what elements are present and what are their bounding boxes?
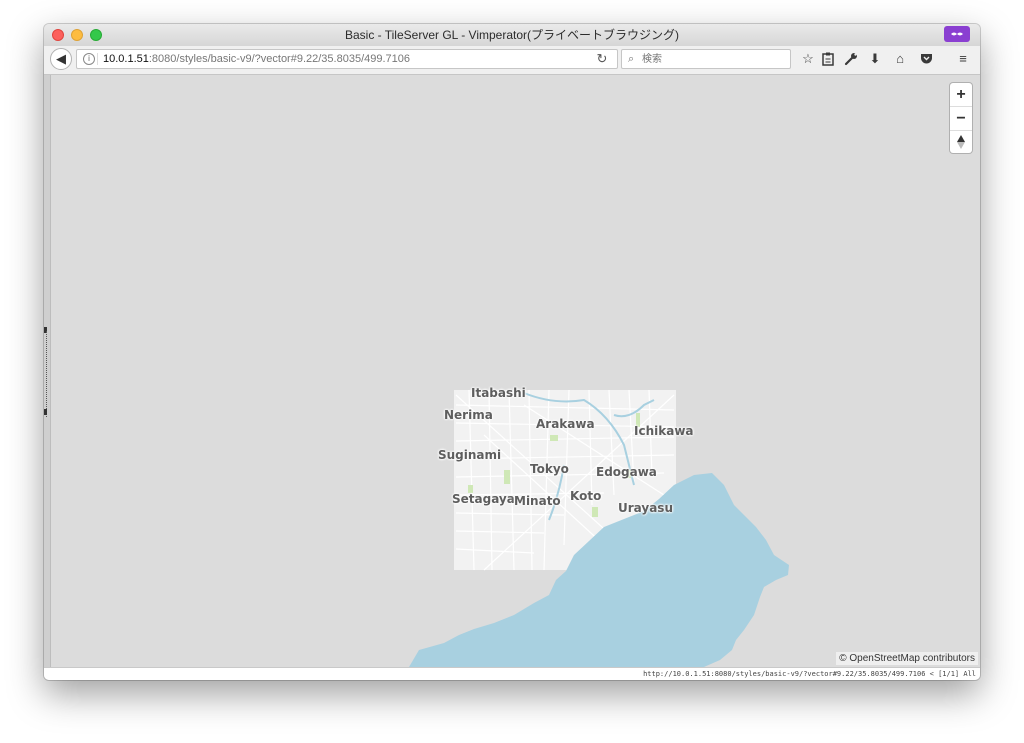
map-attribution[interactable]: © OpenStreetMap contributors — [836, 652, 978, 665]
back-button[interactable]: ◀ — [50, 48, 72, 70]
search-input[interactable] — [640, 51, 784, 68]
browser-window: Basic - TileServer GL - Vimperator(プライベー… — [44, 24, 980, 680]
zoom-out-button[interactable]: − — [950, 107, 972, 131]
reload-icon: ↻ — [596, 51, 608, 66]
map-label-tokyo: Tokyo — [530, 462, 569, 476]
status-bar: http://10.0.1.51:8080/styles/basic-v9/?v… — [44, 667, 980, 680]
map-label-setagaya: Setagaya — [452, 492, 515, 506]
scroll-dots — [46, 331, 47, 417]
map-label-nerima: Nerima — [444, 408, 493, 422]
map-canvas[interactable] — [44, 75, 980, 667]
map-label-edogawa: Edogawa — [596, 465, 657, 479]
map-label-itabashi: Itabashi — [471, 386, 526, 400]
pocket-button[interactable] — [916, 49, 936, 69]
minimize-window-button[interactable] — [71, 29, 83, 41]
map-label-koto: Koto — [570, 489, 602, 503]
reading-list-button[interactable] — [818, 49, 838, 69]
search-icon: ⌕ — [628, 53, 635, 65]
map-viewport[interactable]: Itabashi Nerima Arakawa Ichikawa Suginam… — [44, 75, 980, 667]
url-path: :8080/styles/basic-v9/?vector#9.22/35.80… — [148, 53, 411, 65]
url-bar[interactable]: i 10.0.1.51:8080/styles/basic-v9/?vector… — [76, 49, 618, 69]
private-browsing-icon — [944, 26, 970, 42]
close-window-button[interactable] — [52, 29, 64, 41]
url-host: 10.0.1.51 — [103, 53, 149, 65]
map-label-suginami: Suginami — [438, 448, 502, 462]
hamburger-menu-icon: ≡ — [959, 51, 967, 66]
compass-reset-button[interactable] — [950, 131, 972, 154]
url-text: 10.0.1.51:8080/styles/basic-v9/?vector#9… — [103, 50, 410, 68]
map-label-minato: Minato — [514, 494, 561, 508]
download-icon: ⬇ — [869, 51, 881, 66]
window-title: Basic - TileServer GL - Vimperator(プライベー… — [344, 28, 680, 42]
map-zoom-controls: + − — [950, 83, 972, 153]
status-text: http://10.0.1.51:8080/styles/basic-v9/?v… — [643, 670, 976, 678]
reload-button[interactable]: ↻ — [592, 49, 612, 69]
title-bar: Basic - TileServer GL - Vimperator(プライベー… — [44, 24, 980, 46]
star-icon: ☆ — [802, 51, 814, 66]
back-arrow-icon: ◀ — [56, 51, 66, 66]
downloads-button[interactable]: ⬇ — [865, 49, 885, 69]
map-label-ichikawa: Ichikawa — [634, 424, 694, 438]
search-bar[interactable]: ⌕ — [621, 49, 791, 69]
map-label-urayasu: Urayasu — [618, 501, 673, 515]
tools-button[interactable] — [841, 49, 861, 69]
pocket-icon — [920, 54, 932, 64]
url-separator — [97, 53, 98, 65]
zoom-in-button[interactable]: + — [950, 83, 972, 107]
wrench-icon — [844, 53, 857, 66]
maximize-window-button[interactable] — [90, 29, 102, 41]
scroll-marker-bottom — [44, 409, 47, 415]
compass-icon — [957, 135, 965, 149]
navigation-bar: ◀ i 10.0.1.51:8080/styles/basic-v9/?vect… — [44, 46, 980, 75]
clipboard-icon — [822, 52, 834, 66]
menu-button[interactable]: ≡ — [953, 49, 973, 69]
left-scroll-strip — [44, 75, 51, 667]
home-icon: ⌂ — [896, 51, 904, 66]
home-button[interactable]: ⌂ — [890, 49, 910, 69]
info-icon[interactable]: i — [83, 53, 95, 65]
bookmark-star-button[interactable]: ☆ — [798, 49, 818, 69]
map-label-arakawa: Arakawa — [536, 417, 595, 431]
